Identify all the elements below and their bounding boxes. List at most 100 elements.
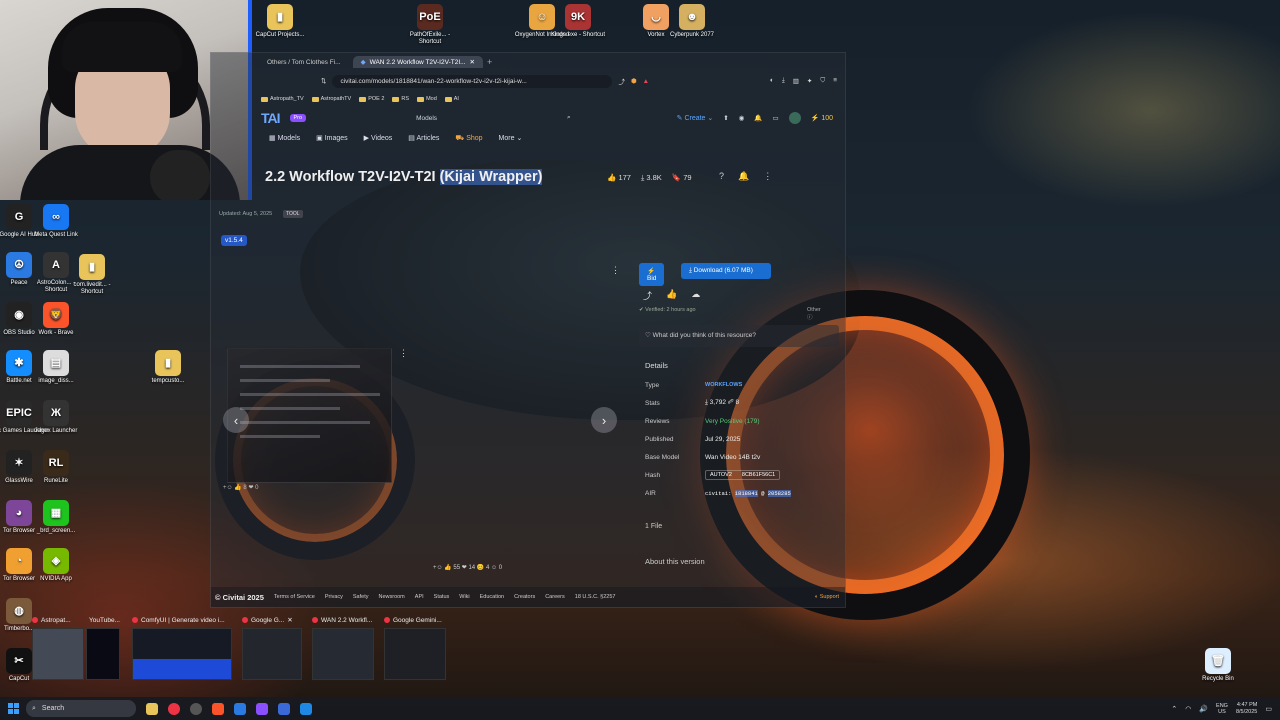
desktop-icon[interactable]: ∞ Meta Quest Link [26, 204, 86, 239]
detail-value[interactable]: WORKFLOWS [705, 382, 742, 388]
extension-icon[interactable]: ⬢ [631, 77, 637, 85]
preview-gemini[interactable]: Google Gemini... [384, 612, 446, 690]
download-button[interactable]: ⤓ Download (6.07 MB) [681, 263, 771, 279]
preview-comfyui[interactable]: ComfyUI | Generate video i... [132, 612, 232, 690]
about-version-accordion[interactable]: About this version [645, 557, 705, 566]
sidebar-icon[interactable]: ▥ [793, 77, 799, 85]
desktop-icon[interactable]: ▮ CapCut Projects... [250, 4, 310, 39]
thumbs-up-icon[interactable]: 👍 [666, 289, 677, 302]
bookmark-ai[interactable]: AI [444, 96, 459, 102]
gallery-more-icon[interactable]: ⋮ [399, 348, 408, 359]
nav-more[interactable]: More ⌄ [499, 134, 523, 142]
card-more-icon[interactable]: ⋮ [611, 265, 620, 276]
footer-link[interactable]: 18 U.S.C. §2257 [575, 594, 616, 600]
gallery-next-button[interactable]: › [591, 407, 617, 433]
preview-youtube[interactable]: YouTube... [86, 612, 120, 690]
footer-link[interactable]: Safety [353, 594, 369, 600]
nav-videos[interactable]: ▶ Videos [364, 134, 393, 142]
notifications-icon[interactable]: ▭ [1265, 705, 1272, 713]
gallery-image[interactable] [227, 348, 392, 483]
language-indicator[interactable]: ENG US [1216, 703, 1228, 715]
civitai-logo[interactable]: TAI [261, 110, 280, 126]
pro-badge[interactable]: Pro [289, 114, 307, 122]
share-icon[interactable]: ⤴ [643, 289, 652, 302]
menu-icon[interactable]: ≡ [833, 77, 837, 85]
footer-link[interactable]: Newsroom [378, 594, 404, 600]
desktop-icon[interactable]: ▤ image_diss... [26, 350, 86, 385]
nav-shop[interactable]: ⛟ Shop [455, 134, 482, 143]
preview-google[interactable]: Google G... ✕ [242, 612, 302, 690]
preview-astropath[interactable]: Astropat... [32, 612, 84, 690]
vscode-icon[interactable] [300, 702, 312, 715]
reactions-bar[interactable]: +☺ 👍 55 ❤ 14 😊 4 ☺ 0 [433, 564, 502, 571]
support-button[interactable]: ◐ Support [815, 594, 845, 600]
bell-icon[interactable]: 🔔 [738, 171, 749, 182]
footer-link[interactable]: Wiki [459, 594, 469, 600]
start-button[interactable] [0, 703, 26, 714]
thumbnail-reactions[interactable]: +☺ 👍 8 ❤ 0 [223, 484, 258, 491]
tab-others[interactable]: Others / Tom Clothes Fi... [259, 57, 349, 68]
warning-icon[interactable]: ▲ [643, 78, 649, 85]
models-dropdown[interactable]: Models [416, 115, 437, 122]
network-icon[interactable]: ◠ [1185, 705, 1191, 713]
tray-overflow-icon[interactable]: ⌃ [1171, 705, 1177, 713]
clock[interactable]: 4:47 PM 8/5/2025 [1236, 702, 1257, 716]
desktop-icon[interactable]: 🦁 Work - Brave [26, 302, 86, 337]
bookmark-mod[interactable]: Mod [417, 96, 437, 102]
detail-value[interactable]: Very Positive (179) [705, 418, 760, 425]
bookmark-rs[interactable]: RS [392, 96, 409, 102]
shield-icon[interactable]: ⛉ [820, 77, 825, 85]
site-info-icon[interactable]: ⇅ [321, 77, 326, 85]
user-avatar[interactable] [788, 112, 801, 124]
new-tab-icon[interactable]: + [487, 57, 492, 67]
volume-icon[interactable]: 🔊 [1199, 705, 1208, 713]
translate-icon[interactable]: ◐ [770, 77, 774, 85]
footer-link[interactable]: Status [434, 594, 450, 600]
desktop-icon[interactable]: 9K Kings.exe - Shortcut [548, 4, 608, 39]
app-icon[interactable] [278, 702, 290, 715]
chrome-icon[interactable] [168, 702, 180, 715]
desktop-icon[interactable]: ▮ com.livedit... - Shortcut [62, 254, 122, 296]
version-pill[interactable]: v1.5.4 [221, 235, 247, 246]
bid-button[interactable]: ⚡ Bid [639, 263, 665, 286]
desktop-icon[interactable]: Ж Jagex Launcher [26, 400, 86, 435]
tool-tag[interactable]: TOOL [283, 210, 303, 218]
cloud-icon[interactable]: ☁ [691, 289, 700, 302]
close-preview-icon[interactable]: ✕ [287, 616, 292, 624]
likes-stat[interactable]: 👍 177 [607, 173, 631, 183]
desktop-icon[interactable]: ▦ _brd_screen... [26, 500, 86, 535]
upload-icon[interactable]: ⬆ [723, 114, 728, 122]
bookmark-astropathtv[interactable]: AstropathTV [311, 96, 351, 102]
other-info[interactable]: Other ⓘ [807, 307, 821, 321]
bookmark-poe2[interactable]: POE 2 [359, 96, 384, 102]
more-options-icon[interactable]: ⋮ [763, 171, 772, 182]
url-field[interactable]: civitai.com/models/1818841/wan-22-workfl… [332, 74, 613, 88]
search-icon[interactable]: ⌕ [567, 114, 571, 122]
feedback-prompt[interactable]: ♡ What did you think of this resource? [639, 325, 839, 347]
taskbar-search[interactable]: ⌕ Search [26, 700, 136, 717]
desktop-icon[interactable]: PoE PathOfExile... - Shortcut [400, 4, 460, 46]
discord-icon[interactable] [256, 702, 268, 715]
nav-articles[interactable]: ▤ Articles [408, 134, 439, 142]
footer-link[interactable]: Creators [514, 594, 535, 600]
gallery-prev-button[interactable]: ‹ [223, 407, 249, 433]
footer-link[interactable]: Education [480, 594, 504, 600]
preview-wan-workflow[interactable]: WAN 2.2 Workfl... [312, 612, 374, 690]
bookmark-astropath-tv[interactable]: Astropath_TV [261, 96, 304, 102]
download-icon[interactable]: ⤓ [782, 77, 785, 85]
tab-wan-workflow[interactable]: ◆ WAN 2.2 Workflow T2V-I2V-T2I... ✕ [352, 56, 483, 68]
nav-models[interactable]: ▦ Models [269, 134, 300, 142]
help-icon[interactable]: ? [719, 171, 724, 182]
desktop-icon[interactable]: ☻ Cyberpunk 2077 [662, 4, 722, 39]
eye-icon[interactable]: ◉ [739, 114, 745, 122]
hash-box[interactable]: AUTOV2 8CB61F56C1 [705, 470, 781, 480]
desktop-icon[interactable]: ▮ tempcusto... [138, 350, 198, 385]
bookmarks-stat[interactable]: 🔖 79 [672, 173, 692, 183]
footer-link[interactable]: Terms of Service [274, 594, 315, 600]
desktop-icon[interactable]: RL RuneLite [26, 450, 86, 485]
footer-link[interactable]: API [415, 594, 424, 600]
chat-icon[interactable]: ▭ [772, 114, 778, 122]
file-explorer-icon[interactable] [146, 702, 158, 715]
buzz-counter[interactable]: ⚡ 100 [811, 114, 833, 122]
desktop-icon[interactable]: 🗑 Recycle Bin [1188, 648, 1248, 683]
